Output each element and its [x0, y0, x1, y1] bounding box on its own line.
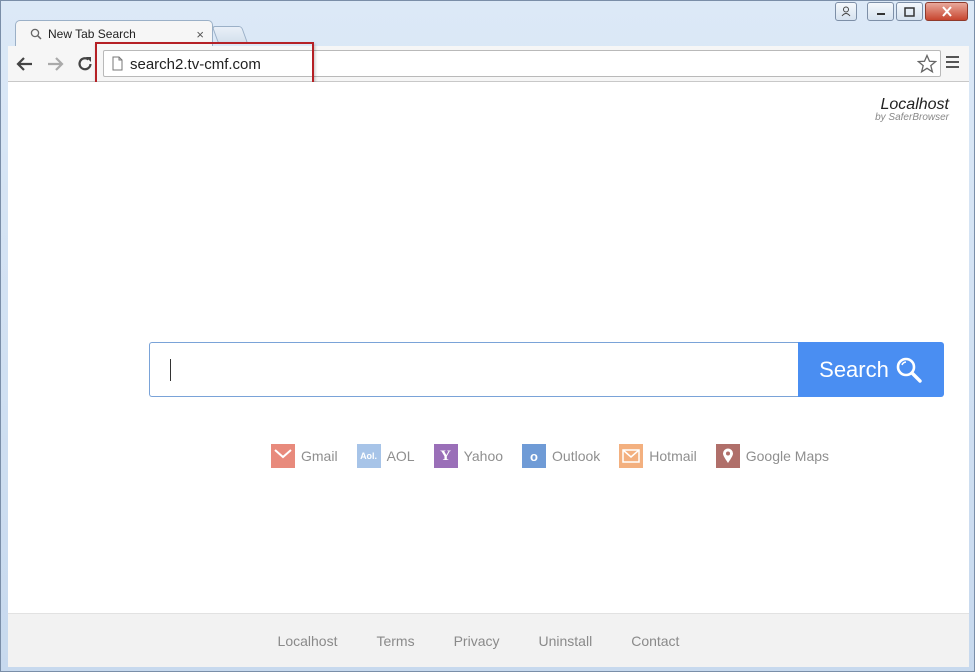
search-button[interactable]: Search [798, 342, 944, 397]
footer: Localhost Terms Privacy Uninstall Contac… [8, 613, 969, 667]
quick-link-yahoo[interactable]: Y Yahoo [433, 444, 504, 468]
maximize-icon [904, 6, 915, 17]
reload-button[interactable] [74, 53, 96, 75]
quick-link-google-maps[interactable]: Google Maps [715, 444, 830, 468]
quick-link-aol[interactable]: Aol. AOL [356, 444, 415, 468]
minimize-button[interactable] [867, 2, 894, 21]
back-button[interactable] [14, 53, 36, 75]
reload-icon [78, 57, 92, 71]
hotmail-icon [619, 444, 644, 468]
bookmark-star-icon[interactable] [917, 54, 937, 74]
browser-window: New Tab Search × search2.tv-cmf.com Loca… [0, 0, 975, 672]
search-icon [30, 28, 42, 40]
footer-link-privacy[interactable]: Privacy [454, 633, 500, 649]
text-caret [170, 359, 171, 381]
back-arrow-icon [16, 57, 32, 71]
quick-link-label: Yahoo [463, 448, 504, 464]
title-bar: New Tab Search × [1, 1, 974, 47]
window-controls [835, 2, 968, 21]
tab-title: New Tab Search [48, 27, 136, 41]
profile-button[interactable] [835, 2, 857, 21]
brand-logo[interactable]: Localhost by SaferBrowser [875, 96, 949, 123]
quick-link-label: Hotmail [649, 448, 697, 464]
quick-link-hotmail[interactable]: Hotmail [619, 444, 697, 468]
forward-arrow-icon [48, 57, 64, 71]
quick-link-label: AOL [386, 448, 415, 464]
quick-link-label: Gmail [301, 448, 338, 464]
close-window-button[interactable] [925, 2, 968, 21]
gmail-icon [271, 444, 295, 468]
user-icon [841, 6, 851, 17]
outlook-icon: o [522, 444, 547, 468]
map-pin-icon [715, 444, 740, 468]
quick-link-outlook[interactable]: o Outlook [522, 444, 600, 468]
aol-icon: Aol. [356, 444, 381, 468]
minimize-icon [876, 12, 885, 15]
search-button-label: Search [819, 356, 889, 382]
quick-link-label: Google Maps [745, 448, 830, 464]
quick-link-label: Outlook [552, 448, 601, 464]
magnifier-icon [896, 357, 922, 383]
footer-link-terms[interactable]: Terms [376, 633, 414, 649]
footer-link-contact[interactable]: Contact [631, 633, 679, 649]
search-input[interactable] [149, 342, 799, 397]
tab-close-button[interactable]: × [196, 27, 204, 42]
menu-icon[interactable] [946, 56, 959, 71]
footer-link-uninstall[interactable]: Uninstall [539, 633, 593, 649]
yahoo-icon: Y [433, 444, 458, 468]
quick-link-gmail[interactable]: Gmail [271, 444, 338, 468]
quick-links: Gmail Aol. AOL Y Yahoo o Outlook Hotmail [271, 444, 848, 468]
search-box: Search [149, 342, 944, 397]
maximize-button[interactable] [896, 2, 923, 21]
forward-button[interactable] [44, 53, 66, 75]
footer-link-localhost[interactable]: Localhost [278, 633, 338, 649]
brand-tagline: by SaferBrowser [875, 112, 949, 123]
url-highlight-box [95, 42, 314, 87]
close-icon [941, 6, 952, 17]
page-content: Localhost by SaferBrowser Search Gmail A… [8, 82, 969, 667]
